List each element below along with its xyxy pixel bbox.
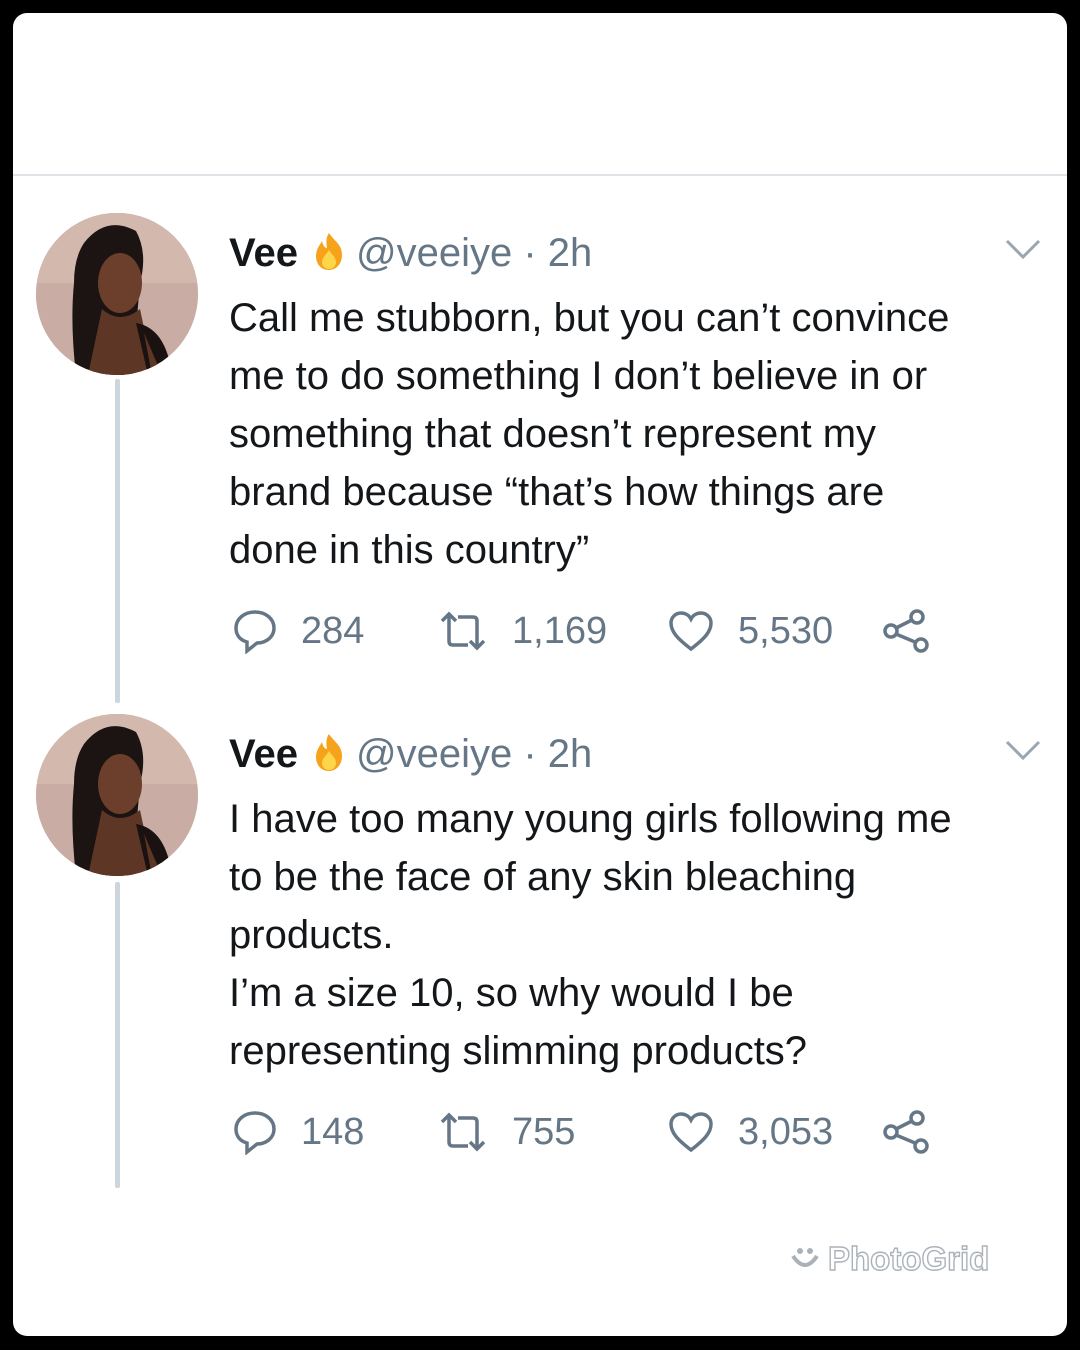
fire-emoji-icon [315, 233, 342, 270]
retweet-icon [440, 1112, 486, 1152]
tweet-card: Vee @veeiye · 2h Call me stubborn, but yo… [13, 13, 1067, 1336]
thread-line [115, 882, 120, 1188]
tweet-text: I have too many young girls following me… [229, 797, 952, 1073]
avatar[interactable] [36, 213, 198, 375]
tweet-text: Call me stubborn, but you can’t convince… [229, 296, 950, 572]
fire-emoji-icon [315, 734, 342, 771]
share-icon [883, 1110, 929, 1154]
like-button[interactable]: 5,530 [668, 606, 833, 656]
reply-icon [234, 610, 276, 654]
handle-time: @veeiye · 2h [355, 231, 593, 275]
display-name[interactable]: Vee [229, 732, 298, 776]
retweet-button[interactable]: 1,169 [438, 606, 607, 656]
reply-button[interactable]: 284 [233, 606, 364, 656]
avatar[interactable] [36, 714, 198, 876]
display-name[interactable]: Vee [229, 231, 298, 275]
retweet-icon [440, 611, 486, 651]
reply-count: 148 [301, 1110, 365, 1153]
chevron-down-icon[interactable] [1003, 738, 1043, 762]
like-count: 5,530 [738, 609, 834, 652]
reply-count: 284 [301, 609, 365, 652]
chevron-down-icon[interactable] [1003, 237, 1043, 261]
tweet-header: Vee @veeiye · 2h [229, 730, 592, 778]
watermark-text: PhotoGrid [827, 1239, 990, 1277]
reply-icon [234, 1111, 276, 1155]
retweet-count: 1,169 [512, 609, 608, 652]
share-icon [883, 609, 929, 653]
like-icon [669, 611, 713, 652]
like-button[interactable]: 3,053 [668, 1107, 833, 1157]
like-count: 3,053 [738, 1110, 834, 1153]
photogrid-watermark: PhotoGrid [788, 1239, 990, 1278]
reply-button[interactable]: 148 [233, 1107, 364, 1157]
share-button[interactable] [881, 1107, 931, 1157]
like-icon [669, 1112, 713, 1153]
tweet-header: Vee @veeiye · 2h [229, 229, 592, 277]
retweet-count: 755 [512, 1110, 576, 1153]
share-button[interactable] [881, 606, 931, 656]
handle-time: @veeiye · 2h [355, 732, 593, 776]
thread-line [115, 379, 120, 703]
photogrid-logo-icon [791, 1248, 819, 1267]
retweet-button[interactable]: 755 [438, 1107, 575, 1157]
top-divider [13, 174, 1067, 176]
